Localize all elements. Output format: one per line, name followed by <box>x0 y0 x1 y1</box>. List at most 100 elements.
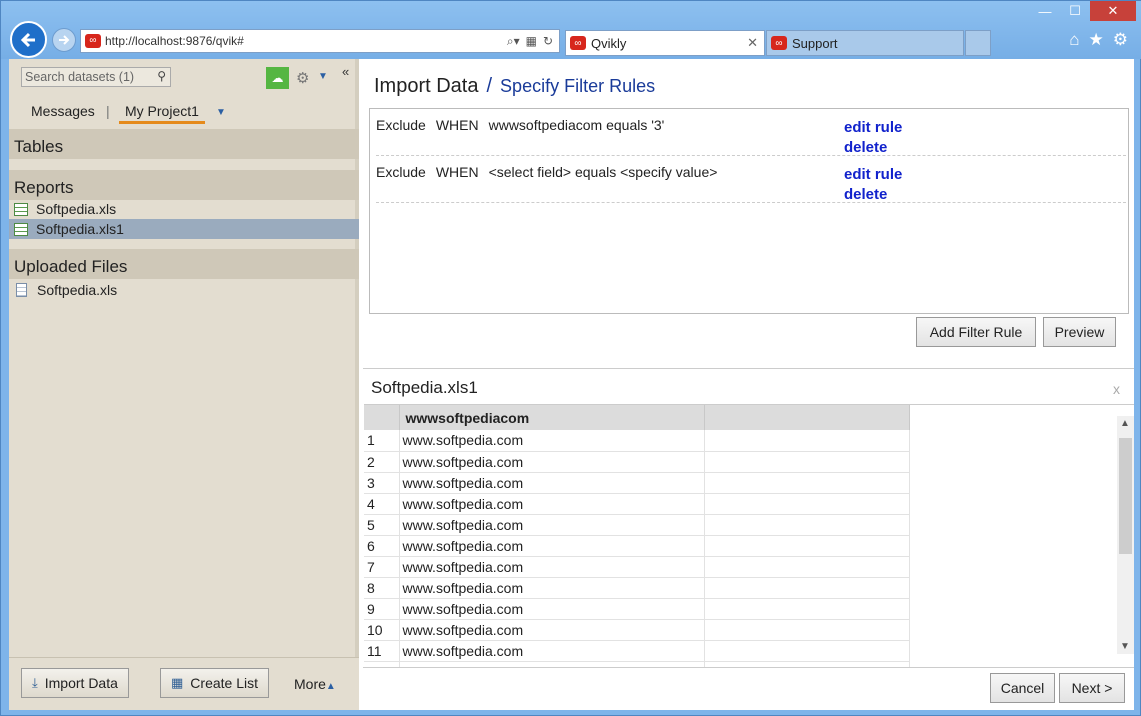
cloud-icon: ☁ <box>271 71 284 85</box>
url-prefix: http:// <box>105 34 136 48</box>
table-row[interactable]: 1 www.softpedia.com <box>364 430 910 452</box>
create-list-button[interactable]: ▦ Create List <box>160 668 269 698</box>
empty-cell <box>704 619 910 641</box>
chevron-down-icon[interactable]: ▼ <box>318 71 328 82</box>
cell-value[interactable]: www.softpedia.com <box>399 430 705 452</box>
table-row[interactable]: 10 www.softpedia.com <box>364 619 910 641</box>
table-row[interactable]: 8 www.softpedia.com <box>364 577 910 599</box>
table-row[interactable]: 2 www.softpedia.com <box>364 451 910 473</box>
cell-value[interactable]: www.softpedia.com <box>399 640 705 662</box>
empty-cell <box>704 598 910 620</box>
report-item[interactable]: Softpedia.xls <box>9 199 359 219</box>
table-row[interactable]: 6 www.softpedia.com <box>364 535 910 557</box>
rule-text: Exclude WHEN wwwsoftpediacom equals '3' <box>376 117 664 133</box>
rule-text: Exclude WHEN <select field> equals <specif… <box>376 164 717 180</box>
delete-rule-link[interactable]: delete <box>844 139 887 156</box>
gear-icon[interactable]: ⚙ <box>296 69 309 87</box>
search-icon: ⚲ <box>157 69 166 83</box>
url-rest: :9876/qvik# <box>182 34 244 48</box>
table-row[interactable]: 4 www.softpedia.com <box>364 493 910 515</box>
more-button[interactable]: More▲ <box>294 676 336 692</box>
grid-close-icon[interactable]: x <box>1113 381 1120 397</box>
import-data-button[interactable]: ⤓ Import Data <box>21 668 129 698</box>
table-row[interactable]: 5 www.softpedia.com <box>364 514 910 536</box>
edit-rule-link[interactable]: edit rule <box>844 166 902 183</box>
cell-value[interactable]: www.softpedia.com <box>399 514 705 536</box>
forward-button[interactable] <box>52 28 76 52</box>
create-list-label: Create List <box>190 675 258 691</box>
spreadsheet-icon <box>14 202 28 216</box>
cell-value[interactable]: www.softpedia.com <box>399 451 705 473</box>
delete-rule-link[interactable]: delete <box>844 186 887 203</box>
report-item-selected[interactable]: Softpedia.xls1 <box>9 219 359 239</box>
row-number: 1 <box>364 430 400 452</box>
page-content: Search datasets (1) ⚲ ☁ ⚙ ▼ « Messages |… <box>9 59 1134 710</box>
edit-rule-link[interactable]: edit rule <box>844 119 902 136</box>
cell-value[interactable]: www.softpedia.com <box>399 598 705 620</box>
rule-condition: <select field> equals <specify value> <box>488 164 718 180</box>
row-number: 6 <box>364 535 400 557</box>
cell-value[interactable]: www.softpedia.com <box>399 472 705 494</box>
settings-gear-icon[interactable]: ⚙ <box>1113 30 1128 50</box>
row-number: 3 <box>364 472 400 494</box>
rule-when: WHEN <box>435 164 479 180</box>
table-row[interactable]: 11 www.softpedia.com <box>364 640 910 662</box>
cancel-button[interactable]: Cancel <box>990 673 1055 703</box>
tab-close-icon[interactable]: ✕ <box>747 35 758 51</box>
tab-messages[interactable]: Messages <box>31 103 95 119</box>
maximize-icon[interactable]: ☐ <box>1060 1 1090 21</box>
close-window-icon[interactable]: ✕ <box>1090 1 1136 21</box>
table-row[interactable]: 7 www.softpedia.com <box>364 556 910 578</box>
row-number: 4 <box>364 493 400 515</box>
filter-rule: Exclude WHEN wwwsoftpediacom equals '3' ed… <box>376 109 1126 156</box>
url-host: localhost <box>135 34 183 48</box>
tab-my-project[interactable]: My Project1 <box>119 103 205 124</box>
column-header[interactable]: wwwsoftpediacom <box>399 405 705 430</box>
section-uploaded-files[interactable]: Uploaded Files <box>9 249 359 279</box>
tab-separator: | <box>106 103 110 119</box>
search-icon[interactable]: ⌕▾ <box>507 34 520 49</box>
url-text: http://localhost:9876/qvik# <box>105 34 507 48</box>
favorites-star-icon[interactable]: ★ <box>1089 30 1104 50</box>
new-tab-button[interactable] <box>965 30 991 56</box>
cell-value[interactable]: www.softpedia.com <box>399 577 705 599</box>
section-tables[interactable]: Tables <box>9 129 359 159</box>
chevron-down-icon[interactable]: ▼ <box>216 107 226 118</box>
section-reports[interactable]: Reports <box>9 170 359 200</box>
home-icon[interactable]: ⌂ <box>1069 30 1079 50</box>
browser-navbar: — ☐ ✕ ∞ http://localhost:9876/qvik# ⌕▾ ▦… <box>1 1 1141 59</box>
cell-value[interactable]: www.softpedia.com <box>399 493 705 515</box>
search-placeholder: Search datasets (1) <box>25 70 135 84</box>
grid-scrollbar[interactable]: ▲ ▼ <box>1117 416 1134 654</box>
minimize-icon[interactable]: — <box>1030 1 1060 21</box>
cloud-button[interactable]: ☁ <box>266 67 289 89</box>
chevron-up-icon: ▲ <box>325 681 336 692</box>
compat-view-icon[interactable]: ▦ <box>526 34 537 49</box>
preview-button[interactable]: Preview <box>1043 317 1116 347</box>
table-row[interactable]: 9 www.softpedia.com <box>364 598 910 620</box>
row-number: 5 <box>364 514 400 536</box>
tab-support[interactable]: ∞ Support <box>766 30 964 56</box>
browser-window: — ☐ ✕ ∞ http://localhost:9876/qvik# ⌕▾ ▦… <box>0 0 1141 716</box>
row-number: 11 <box>364 640 400 662</box>
cell-value[interactable]: www.softpedia.com <box>399 556 705 578</box>
add-filter-rule-button[interactable]: Add Filter Rule <box>916 317 1036 347</box>
next-button[interactable]: Next > <box>1059 673 1125 703</box>
browser-icons: ⌂ ★ ⚙ <box>1069 30 1128 50</box>
filter-rule: Exclude WHEN <select field> equals <specif… <box>376 156 1126 203</box>
cell-value[interactable]: www.softpedia.com <box>399 535 705 557</box>
scroll-thumb[interactable] <box>1119 438 1132 554</box>
row-number: 7 <box>364 556 400 578</box>
table-icon: ▦ <box>171 675 184 690</box>
uploaded-file-item[interactable]: Softpedia.xls <box>9 280 359 300</box>
refresh-icon[interactable]: ↻ <box>543 34 553 49</box>
back-button[interactable] <box>10 21 47 58</box>
search-datasets-input[interactable]: Search datasets (1) ⚲ <box>21 67 171 87</box>
scroll-up-icon[interactable]: ▲ <box>1120 418 1130 429</box>
scroll-down-icon[interactable]: ▼ <box>1120 641 1130 652</box>
cell-value[interactable]: www.softpedia.com <box>399 619 705 641</box>
tab-qvikly[interactable]: ∞ Qvikly ✕ <box>565 30 765 56</box>
collapse-sidebar-icon[interactable]: « <box>342 64 349 79</box>
address-bar[interactable]: ∞ http://localhost:9876/qvik# ⌕▾ ▦ ↻ <box>80 29 560 53</box>
table-row[interactable]: 3 www.softpedia.com <box>364 472 910 494</box>
